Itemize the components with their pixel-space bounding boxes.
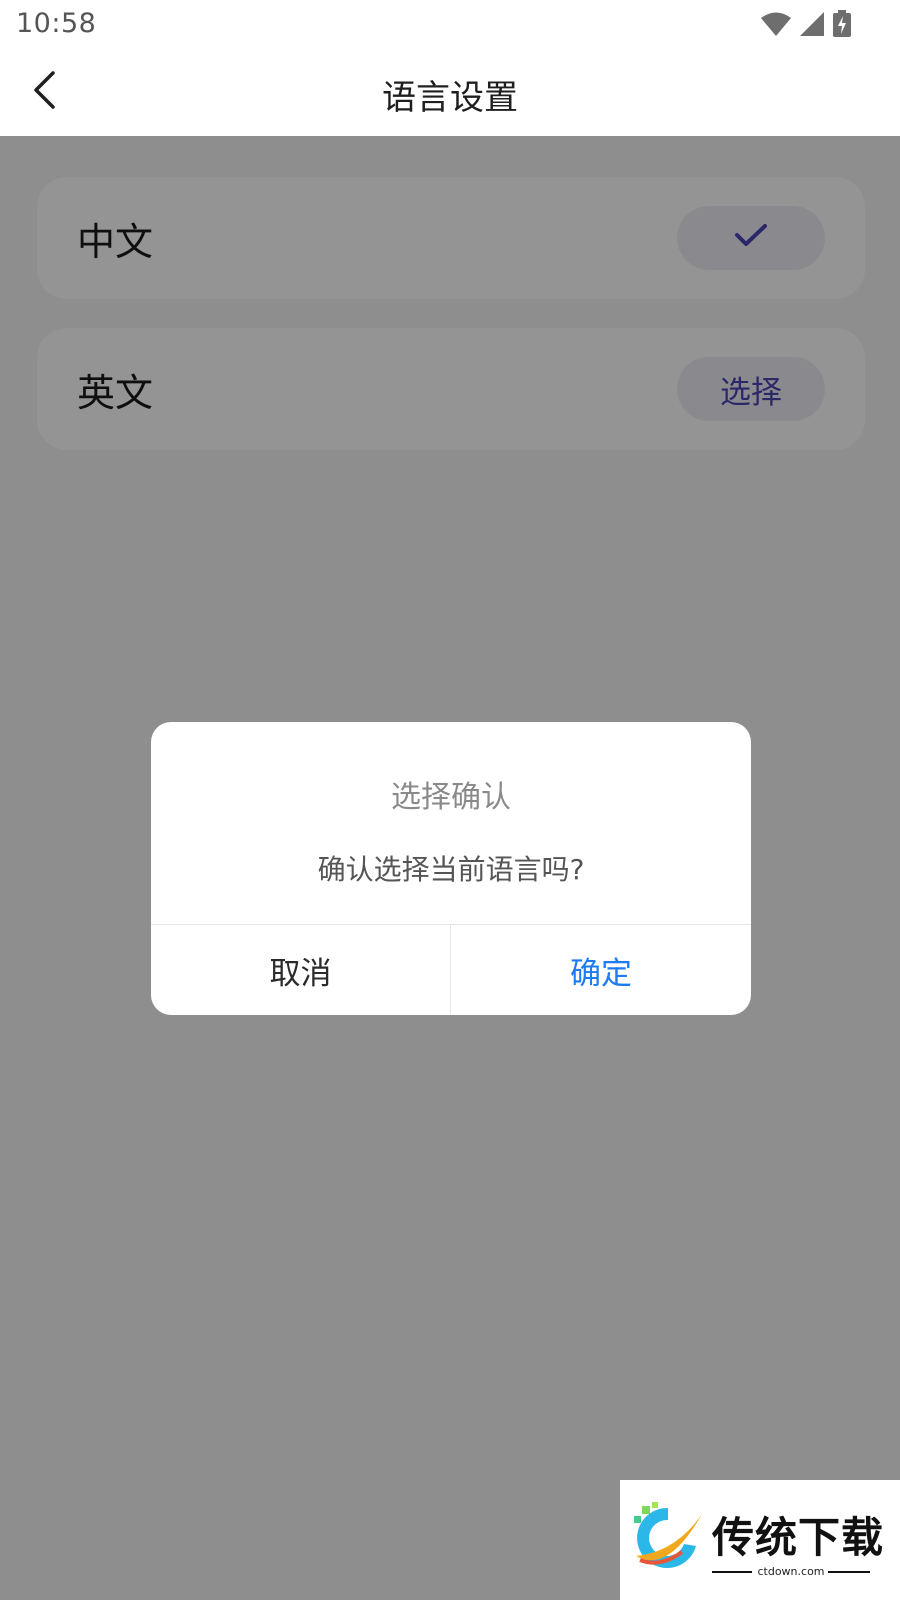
confirm-dialog: 选择确认 确认选择当前语言吗? 取消 确定 — [151, 722, 751, 1015]
watermark: 传统下载 ctdown.com — [620, 1480, 900, 1600]
watermark-line — [828, 1571, 870, 1573]
status-time: 10:58 — [16, 8, 97, 39]
cancel-button[interactable]: 取消 — [151, 925, 450, 1015]
header: 语言设置 — [0, 48, 900, 136]
status-icons — [760, 10, 852, 42]
confirm-button[interactable]: 确定 — [451, 925, 751, 1015]
dialog-message: 确认选择当前语言吗? — [317, 853, 585, 886]
watermark-title: 传统下载 — [712, 1513, 885, 1562]
status-bar: 10:58 — [0, 0, 900, 48]
battery-charging-icon — [832, 10, 852, 42]
language-settings-screen: 10:58 语言设置 中文 英文 选择 选择确认 确认选择当前语言吗? 取消 确… — [0, 0, 900, 1600]
page-title: 语言设置 — [382, 78, 518, 118]
cell-signal-icon — [798, 11, 826, 41]
watermark-logo-icon — [630, 1502, 706, 1578]
dialog-title: 选择确认 — [391, 780, 511, 815]
wifi-icon — [760, 11, 792, 41]
